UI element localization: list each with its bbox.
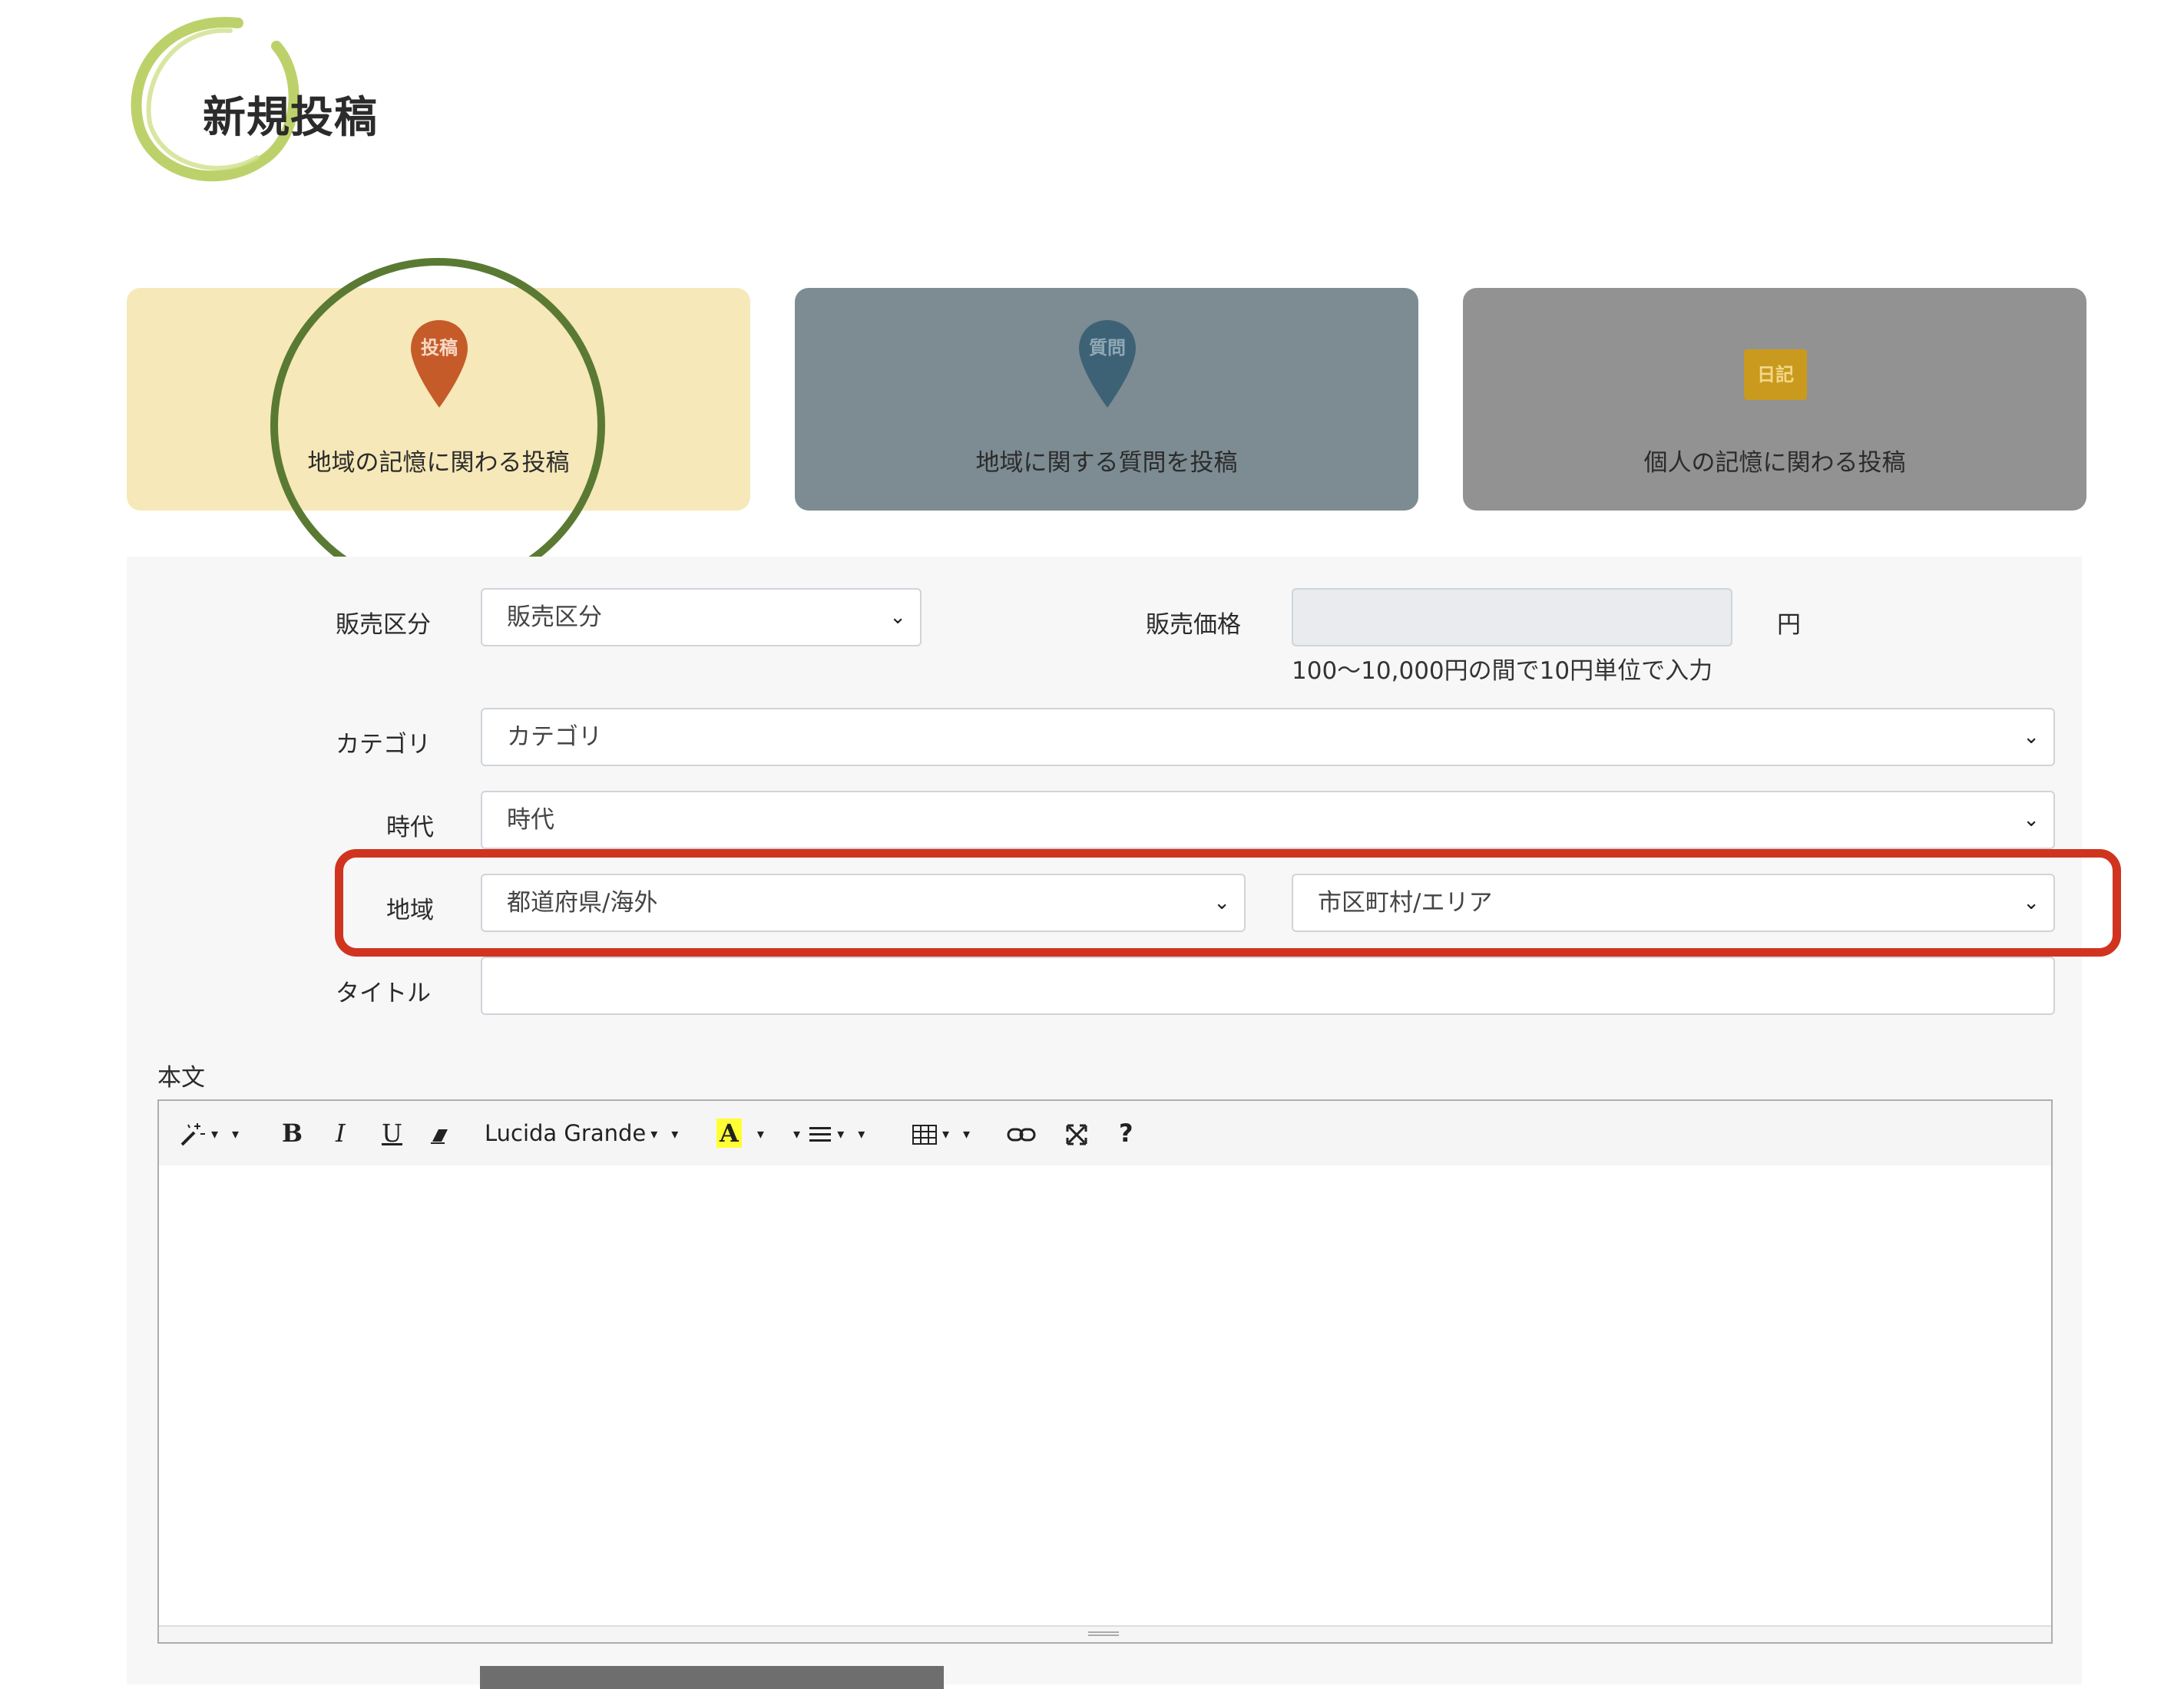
pin-badge-text: 質問 — [1089, 337, 1126, 359]
fullscreen-icon — [1066, 1124, 1087, 1145]
page-title: 新規投稿 — [203, 93, 378, 143]
era-select[interactable]: 時代 ⌄ — [481, 791, 2055, 849]
paragraph-button[interactable]: ▾ ▾ ▾ — [789, 1115, 865, 1152]
bold-button[interactable]: B — [282, 1115, 303, 1152]
underline-button[interactable]: U — [382, 1115, 402, 1152]
text-color-letter: A — [716, 1119, 742, 1148]
table-icon — [912, 1125, 937, 1145]
style-button[interactable]: ▾ ▾ — [177, 1115, 239, 1152]
prefecture-select[interactable]: 都道府県/海外 ⌄ — [481, 874, 1246, 932]
chevron-down-icon: ⌄ — [2023, 726, 2040, 749]
pin-icon: 投稿 — [411, 320, 468, 408]
category-label: カテゴリ — [336, 731, 431, 759]
era-value: 時代 — [507, 806, 554, 834]
post-type-label: 地域に関する質問を投稿 — [975, 449, 1238, 477]
page-header: 新規投稿 — [123, 8, 445, 192]
post-type-label: 個人の記憶に関わる投稿 — [1643, 449, 1906, 477]
pin-badge-text: 投稿 — [421, 337, 458, 359]
sale-type-value: 販売区分 — [507, 603, 602, 631]
chevron-down-icon: ⌄ — [889, 606, 906, 629]
font-name-value: Lucida Grande — [485, 1120, 647, 1146]
region-label: 地域 — [386, 897, 434, 924]
pin-icon: 質問 — [1079, 320, 1136, 408]
era-label: 時代 — [386, 814, 434, 841]
city-value: 市区町村/エリア — [1318, 889, 1493, 917]
chevron-down-icon: ⌄ — [1213, 891, 1230, 914]
city-select[interactable]: 市区町村/エリア ⌄ — [1292, 874, 2055, 932]
partial-field-cutoff — [480, 1666, 944, 1689]
body-label: 本文 — [157, 1064, 205, 1092]
text-color-button[interactable]: A ▾ — [716, 1115, 764, 1152]
grip-icon — [1088, 1631, 1119, 1636]
magic-wand-icon — [180, 1123, 205, 1146]
prefecture-value: 都道府県/海外 — [507, 889, 658, 917]
link-icon — [1007, 1128, 1036, 1142]
price-hint: 100〜10,000円の間で10円単位で入力 — [1292, 657, 1713, 685]
help-button[interactable]: ? — [1119, 1115, 1133, 1152]
category-value: カテゴリ — [507, 723, 602, 751]
price-unit: 円 — [1777, 611, 1801, 639]
post-type-local-card[interactable]: 投稿 地域の記憶に関わる投稿 — [127, 288, 750, 511]
italic-button[interactable]: I — [336, 1115, 346, 1152]
price-input[interactable] — [1292, 588, 1732, 646]
fullscreen-button[interactable] — [1065, 1115, 1088, 1152]
list-icon — [809, 1127, 832, 1142]
title-input[interactable] — [481, 957, 2055, 1015]
sale-type-label: 販売区分 — [336, 611, 431, 639]
category-select[interactable]: カテゴリ ⌄ — [481, 708, 2055, 766]
post-type-diary-card[interactable]: 日記 個人の記憶に関わる投稿 — [1463, 288, 2086, 511]
sale-type-select[interactable]: 販売区分 ⌄ — [481, 588, 922, 646]
price-label: 販売価格 — [1146, 611, 1241, 639]
chevron-down-icon: ⌄ — [2023, 808, 2040, 831]
body-editor: ▾ ▾ B I U Lucida Grande ▾ ▾ A ▾ ▾ ▾ ▾ ▾ … — [157, 1099, 2053, 1644]
font-name-dropdown[interactable]: Lucida Grande ▾ ▾ — [485, 1115, 678, 1152]
title-label: タイトル — [336, 980, 431, 1007]
table-button[interactable]: ▾ ▾ — [912, 1115, 970, 1152]
editor-toolbar: ▾ ▾ B I U Lucida Grande ▾ ▾ A ▾ ▾ ▾ ▾ ▾ … — [159, 1101, 2051, 1165]
link-button[interactable] — [1007, 1115, 1036, 1152]
diary-badge-icon: 日記 — [1744, 349, 1807, 400]
body-textarea[interactable] — [159, 1165, 2051, 1627]
clear-format-button[interactable] — [428, 1115, 451, 1152]
post-type-label: 地域の記憶に関わる投稿 — [307, 449, 570, 477]
chevron-down-icon: ⌄ — [2023, 891, 2040, 914]
post-type-question-card[interactable]: 質問 地域に関する質問を投稿 — [795, 288, 1418, 511]
eraser-icon — [431, 1129, 448, 1144]
editor-resize-handle[interactable] — [159, 1625, 2051, 1642]
